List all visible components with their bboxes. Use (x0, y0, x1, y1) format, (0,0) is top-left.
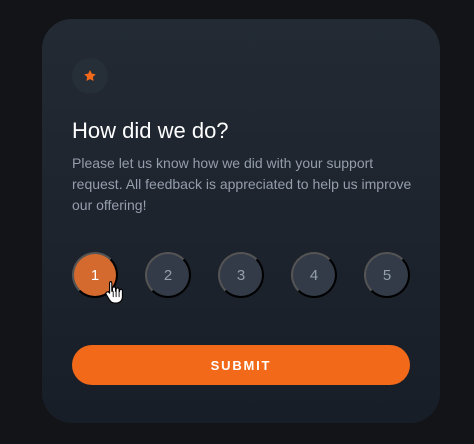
submit-label: SUBMIT (210, 357, 272, 373)
rating-button-3[interactable]: 3 (218, 252, 264, 298)
rating-label-2: 2 (163, 266, 173, 284)
rating-button-2[interactable]: 2 (145, 252, 191, 298)
rating-label-3: 3 (236, 266, 246, 284)
rating-button-4[interactable]: 4 (291, 252, 337, 298)
rating-label-5: 5 (382, 266, 392, 284)
page-title: How did we do? (72, 118, 229, 143)
star-badge (72, 58, 108, 94)
rating-options: 1 2 3 4 5 (72, 252, 410, 304)
description-text: Please let us know how we did with your … (72, 155, 412, 213)
submit-button[interactable]: SUBMIT (72, 345, 410, 385)
star-icon (84, 70, 96, 82)
rating-label-1: 1 (90, 266, 100, 284)
rating-label-4: 4 (309, 266, 319, 284)
rating-button-5[interactable]: 5 (364, 252, 410, 298)
rating-button-1[interactable]: 1 (72, 252, 123, 304)
rating-card: How did we do? Please let us know how we… (42, 19, 440, 423)
hand-cursor-icon (105, 280, 123, 304)
